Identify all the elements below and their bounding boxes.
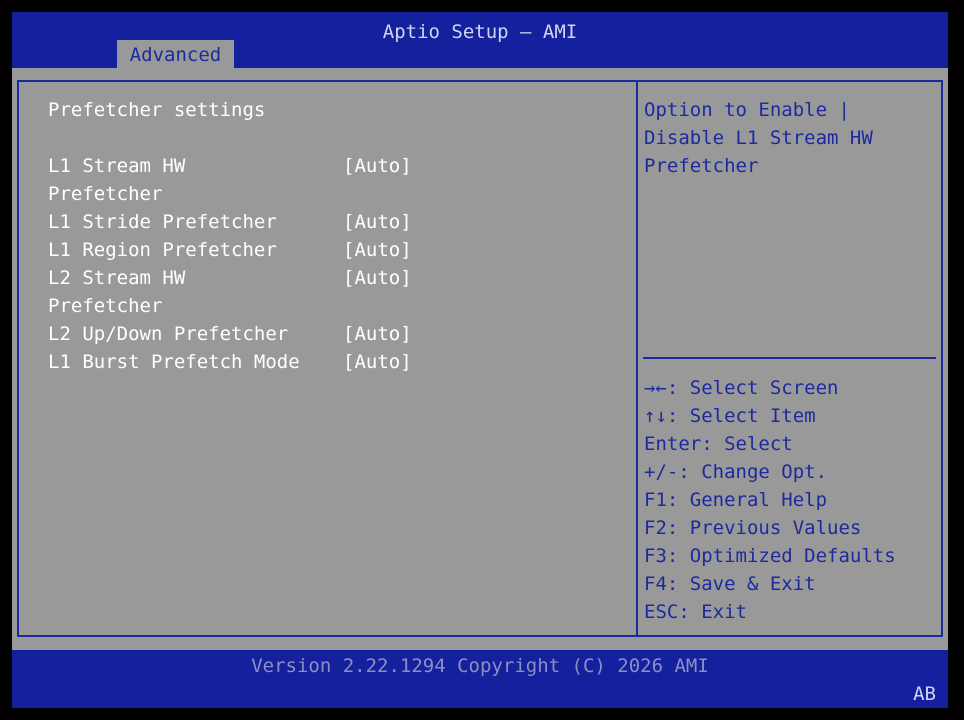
key-hint-select-item: ↑↓: Select Item	[644, 405, 816, 427]
key-hint-exit: ESC: Exit	[644, 601, 747, 623]
bios-screen: Aptio Setup – AMI Advanced Prefetcher se…	[12, 12, 948, 708]
key-hint-enter: Enter: Select	[644, 433, 793, 455]
setting-label: L1 Region Prefetcher	[48, 239, 277, 261]
key-hint-select-screen: →←: Select Screen	[644, 377, 839, 399]
version-text: Version 2.22.1294 Copyright (C) 2026 AMI	[251, 655, 709, 677]
setting-label: Prefetcher	[48, 295, 163, 317]
help-text-line: Prefetcher	[644, 155, 759, 177]
setting-label: L2 Up/Down Prefetcher	[48, 323, 289, 345]
title-bar: Aptio Setup – AMI Advanced	[12, 12, 948, 68]
help-divider	[643, 357, 936, 359]
setting-label: L1 Stride Prefetcher	[48, 211, 277, 233]
setting-value[interactable]: [Auto]	[343, 236, 412, 264]
setting-label: L2 Stream HW	[48, 267, 186, 289]
setting-value[interactable]: [Auto]	[343, 152, 412, 180]
footer-bar: Version 2.22.1294 Copyright (C) 2026 AMI…	[12, 650, 948, 708]
setting-label: Prefetcher	[48, 183, 163, 205]
key-hint-optimized-defaults: F3: Optimized Defaults	[644, 545, 896, 567]
badge-ab: AB	[913, 683, 936, 705]
help-text-line: Option to Enable |	[644, 99, 850, 121]
tab-advanced[interactable]: Advanced	[117, 40, 234, 68]
key-hint-previous-values: F2: Previous Values	[644, 517, 862, 539]
panel-divider-vertical	[636, 80, 638, 637]
setting-value[interactable]: [Auto]	[343, 208, 412, 236]
setting-label: L1 Stream HW	[48, 155, 186, 177]
key-hint-save-exit: F4: Save & Exit	[644, 573, 816, 595]
setting-value[interactable]: [Auto]	[343, 348, 412, 376]
setting-label: L1 Burst Prefetch Mode	[48, 351, 300, 373]
section-title: Prefetcher settings	[48, 99, 266, 121]
setting-value[interactable]: [Auto]	[343, 264, 412, 292]
setting-value[interactable]: [Auto]	[343, 320, 412, 348]
key-hint-change-opt: +/-: Change Opt.	[644, 461, 828, 483]
help-text-line: Disable L1 Stream HW	[644, 127, 873, 149]
key-hint-general-help: F1: General Help	[644, 489, 828, 511]
